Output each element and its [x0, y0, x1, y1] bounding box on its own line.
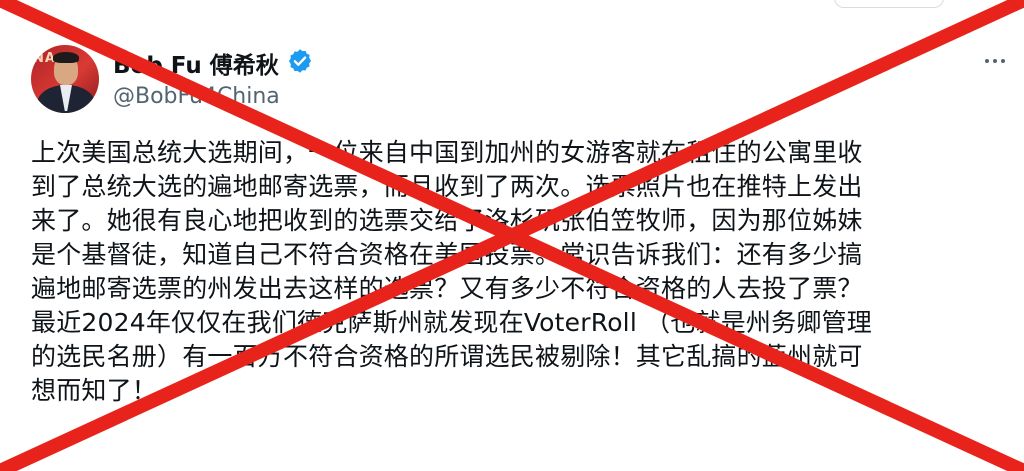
top-pill-button[interactable] — [834, 0, 944, 8]
more-dot — [993, 59, 997, 63]
avatar-hair — [53, 52, 79, 63]
tweet-line: 来了。她很有良心地把收到的选票交给了洛杉矶张伯笠牧师，因为那位姊妹 — [31, 206, 863, 235]
more-options-icon[interactable] — [978, 52, 1012, 70]
tweet-line: 最近2024年仅仅在我们德克萨斯州就发现在VoterRoll （也就是州务卿管理 — [31, 308, 872, 337]
tweet-line: 是个基督徒，知道自己不符合资格在美国投票。常识告诉我们：还有多少搞 — [31, 240, 863, 269]
tweet-line: 想而知了！ — [31, 376, 158, 405]
verified-badge-icon — [288, 49, 312, 73]
avatar[interactable]: NA — [31, 45, 99, 113]
tweet-line: 到了总统大选的遍地邮寄选票，而且收到了两次。选票照片也在推特上发出 — [31, 172, 863, 201]
tweet-line: 的选民名册）有一百万不符合资格的所谓选民被剔除！其它乱搞的蓝州就可 — [31, 342, 863, 371]
author-handle[interactable]: @BobFu4China — [113, 84, 280, 109]
more-dot — [1001, 59, 1005, 63]
tweet-screenshot: NA Bob Fu 傅希秋 @BobFu4China 上次美国总统大选期间，一位… — [0, 0, 1024, 471]
more-dot — [985, 59, 989, 63]
tweet-line: 遍地邮寄选票的州发出去这样的选票？又有多少不符合资格的人去投了票？ — [31, 274, 863, 303]
author-display-name[interactable]: Bob Fu 傅希秋 — [113, 46, 279, 80]
tweet-line: 上次美国总统大选期间，一位来自中国到加州的女游客就在租住的公寓里收 — [31, 138, 863, 167]
tweet-text: 上次美国总统大选期间，一位来自中国到加州的女游客就在租住的公寓里收 到了总统大选… — [31, 136, 1006, 408]
